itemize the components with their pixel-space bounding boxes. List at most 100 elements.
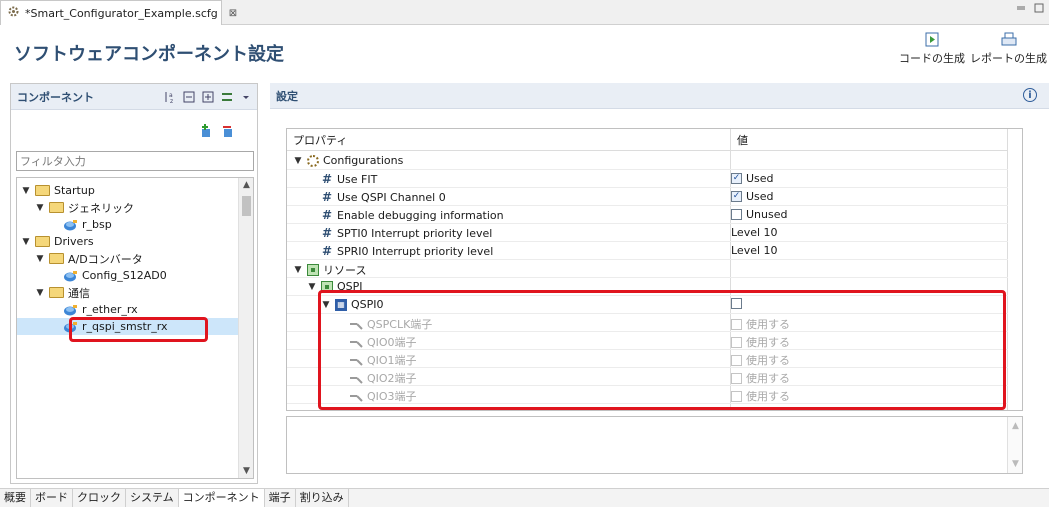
property-row[interactable]: ▼ リソース	[287, 260, 1008, 278]
chevron-down-icon[interactable]: ▼	[293, 156, 303, 166]
folder-icon	[35, 185, 50, 196]
checkbox-checked[interactable]: ✓	[731, 173, 742, 184]
chevron-down-icon[interactable]: ▼	[21, 237, 31, 247]
bottom-tab-bar: 概要 ボード クロック システム コンポーネント 端子 割り込み	[0, 488, 1049, 507]
component-icon	[63, 270, 78, 282]
tree-item[interactable]: ▼ ジェネリック	[17, 199, 239, 216]
page-title: ソフトウェアコンポーネント設定	[14, 44, 284, 65]
chevron-down-icon[interactable]: ▼	[35, 203, 45, 213]
property-name: # Enable debugging information	[307, 208, 504, 222]
property-value-label: Used	[746, 190, 774, 203]
scroll-up-icon[interactable]: ▲	[1008, 421, 1023, 431]
property-row[interactable]: # SPRI0 Interrupt priority level Level 10	[287, 242, 1008, 260]
property-name: # SPTI0 Interrupt priority level	[307, 226, 492, 240]
generate-report-label: レポートの生成	[970, 52, 1047, 65]
filter-input[interactable]	[16, 151, 254, 171]
maximize-icon[interactable]	[1034, 3, 1044, 16]
minimize-icon[interactable]	[1016, 3, 1026, 16]
property-name-label: SPRI0 Interrupt priority level	[337, 244, 494, 258]
property-value: Level 10	[731, 226, 778, 239]
tree-item[interactable]: ▼ A/Dコンバータ	[17, 250, 239, 267]
hash-icon: #	[321, 172, 333, 186]
hash-icon: #	[321, 244, 333, 258]
tree-item-label: r_ether_rx	[82, 303, 138, 316]
property-name: # Use QSPI Channel 0	[307, 190, 446, 204]
checkbox-checked[interactable]: ✓	[731, 191, 742, 202]
column-header-value-label: 値	[737, 133, 748, 147]
tree-item[interactable]: r_bsp	[17, 216, 239, 233]
generate-report-button[interactable]: レポートの生成	[970, 32, 1047, 66]
tree-item-label: Drivers	[54, 235, 94, 248]
printer-icon	[1000, 32, 1018, 48]
editor-tab-title: *Smart_Configurator_Example.scfg	[25, 6, 218, 20]
info-icon[interactable]: i	[1023, 88, 1037, 102]
property-value[interactable]: ✓ Used	[731, 190, 774, 203]
property-name-label: リソース	[323, 264, 367, 277]
editor-tab[interactable]: *Smart_Configurator_Example.scfg ⊠	[0, 0, 237, 25]
scroll-up-icon[interactable]: ▲	[239, 180, 253, 190]
settings-pane-header: 設定	[270, 83, 1049, 109]
scroll-down-icon[interactable]: ▼	[239, 466, 253, 476]
component-icon	[63, 219, 78, 231]
collapse-all-icon[interactable]	[182, 90, 196, 104]
chevron-down-icon[interactable]: ▼	[35, 254, 45, 264]
property-row[interactable]: # Use QSPI Channel 0 ✓ Used	[287, 188, 1008, 206]
chevron-down-icon[interactable]: ▼	[35, 288, 45, 298]
property-row[interactable]: # Use FIT ✓ Used	[287, 170, 1008, 188]
components-toolbar: az	[163, 90, 253, 104]
property-name-label: Use QSPI Channel 0	[337, 190, 446, 204]
property-name-label: Use FIT	[337, 172, 378, 186]
view-menu-icon[interactable]	[220, 90, 234, 104]
add-component-icon[interactable]	[199, 124, 213, 141]
folder-icon	[49, 253, 64, 264]
tree-item-label: 通信	[68, 286, 90, 300]
column-header-property[interactable]: プロパティ	[287, 129, 731, 151]
hash-icon: #	[321, 208, 333, 222]
remove-component-icon[interactable]	[221, 124, 235, 141]
column-header-property-label: プロパティ	[293, 133, 348, 147]
tree-item-label: A/Dコンバータ	[68, 252, 143, 266]
tree-item[interactable]: r_ether_rx	[17, 301, 239, 318]
chevron-down-icon[interactable]: ▼	[307, 282, 317, 292]
expand-all-icon[interactable]	[201, 90, 215, 104]
settings-pane-title: 設定	[276, 89, 298, 103]
tree-item[interactable]: ▼ 通信	[17, 284, 239, 301]
property-row[interactable]: # SPTI0 Interrupt priority level Level 10	[287, 224, 1008, 242]
description-pane: ▲ ▼	[286, 416, 1023, 474]
tab-3[interactable]: システム	[126, 489, 179, 507]
tree-scrollbar[interactable]: ▲ ▼	[238, 178, 253, 478]
tab-2[interactable]: クロック	[73, 489, 126, 507]
dropdown-arrow-icon[interactable]	[239, 90, 253, 104]
generate-code-button[interactable]: コードの生成	[899, 32, 965, 66]
sort-icon[interactable]: az	[163, 90, 177, 104]
column-header-value[interactable]: 値	[731, 129, 1008, 151]
tab-0[interactable]: 概要	[0, 489, 31, 507]
tab-6[interactable]: 割り込み	[295, 489, 349, 507]
description-scrollbar[interactable]: ▲ ▼	[1007, 417, 1022, 473]
tab-5[interactable]: 端子	[264, 489, 296, 507]
config-file-icon	[7, 5, 20, 21]
tree-item[interactable]: Config_S12AD0	[17, 267, 239, 284]
property-table: プロパティ 値 ▼ Configurations # Use FIT ✓ Used # Use…	[286, 128, 1023, 411]
scroll-down-icon[interactable]: ▼	[1008, 459, 1023, 469]
tab-4[interactable]: コンポーネント	[178, 489, 265, 507]
property-name: ▼ リソース	[293, 262, 366, 278]
property-value[interactable]: Unused	[731, 208, 787, 221]
hash-icon: #	[321, 190, 333, 204]
chevron-down-icon[interactable]: ▼	[293, 265, 303, 275]
property-value[interactable]: ✓ Used	[731, 172, 774, 185]
property-value-label: Level 10	[731, 244, 778, 257]
chevron-down-icon[interactable]: ▼	[21, 186, 31, 196]
tree-item[interactable]: ▼ Startup	[17, 182, 239, 199]
scroll-thumb[interactable]	[242, 196, 251, 216]
tree-item[interactable]: ▼ Drivers	[17, 233, 239, 250]
tab-1[interactable]: ボード	[31, 489, 73, 507]
property-row[interactable]: ▼ Configurations	[287, 152, 1008, 170]
property-name-label: Configurations	[323, 154, 404, 167]
generate-code-label: コードの生成	[899, 52, 965, 65]
property-name: # SPRI0 Interrupt priority level	[307, 244, 493, 258]
close-icon[interactable]: ⊠	[229, 8, 237, 19]
checkbox[interactable]	[731, 209, 742, 220]
property-row[interactable]: # Enable debugging information Unused	[287, 206, 1008, 224]
tree-item-label: ジェネリック	[68, 201, 134, 215]
